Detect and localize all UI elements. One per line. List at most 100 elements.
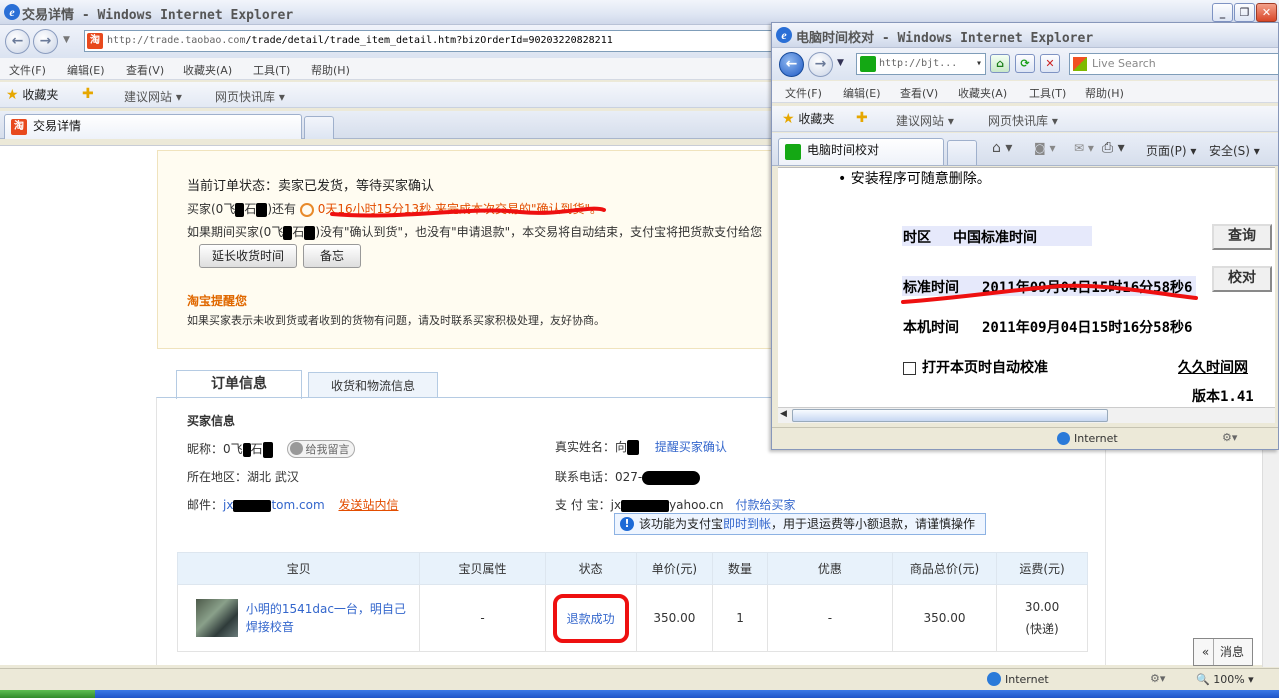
buyer-info-heading: 买家信息 [187, 414, 236, 428]
auto-check-checkbox[interactable] [903, 361, 916, 375]
redaction [621, 499, 670, 512]
star-icon: ★ [6, 87, 19, 103]
popup-favorites-bar: ★ 收藏夹 ✚ 建议网站 ▾ 网页快讯库 ▾ [772, 106, 1278, 132]
send-site-message-link[interactable]: 发送站内信 [338, 498, 398, 512]
tab-time-check[interactable]: 电脑时间校对 [778, 138, 944, 165]
col-status: 状态 [544, 552, 637, 585]
memo-button[interactable]: 备忘 [303, 244, 361, 268]
history-dropdown-icon[interactable]: ▼ [63, 35, 70, 45]
menu-favorites[interactable]: 收藏夹(A) [958, 85, 1007, 101]
scroll-thumb[interactable] [792, 409, 1108, 422]
phone-value: 027- [615, 470, 643, 484]
email-a[interactable]: jx [223, 498, 233, 512]
pay-buyer-link[interactable]: 付款给买家 [735, 498, 795, 512]
refresh-icon[interactable]: ⟳ [1015, 54, 1035, 73]
favorites-button[interactable]: ★ 收藏夹 [6, 86, 58, 103]
message-button[interactable]: « 消息 [1193, 638, 1253, 666]
menu-help[interactable]: 帮助(H) [311, 62, 350, 78]
protected-mode-icon[interactable]: ⚙▾ [1150, 672, 1165, 685]
menu-tools[interactable]: 工具(T) [1029, 85, 1066, 101]
zone-label: 时区 [903, 230, 931, 246]
live-search-input[interactable]: Live Search [1069, 53, 1279, 75]
menu-edit[interactable]: 编辑(E) [67, 62, 105, 78]
item-name-link[interactable]: 小明的1541dac一台，明自己焊接校音 [246, 600, 418, 636]
menu-file[interactable]: 文件(F) [785, 85, 822, 101]
menu-help[interactable]: 帮助(H) [1085, 85, 1124, 101]
print-icon[interactable]: ⎙ ▾ [1102, 140, 1125, 156]
menu-view[interactable]: 查看(V) [900, 85, 938, 101]
back-arrow-icon[interactable]: ← [5, 29, 30, 54]
menu-view[interactable]: 查看(V) [126, 62, 164, 78]
shipping-method: (快递) [1025, 621, 1059, 636]
instant-transfer-link[interactable]: 即时到帐 [723, 517, 771, 531]
popup-horizontal-scrollbar[interactable]: ◀ [778, 407, 1275, 423]
suggested-sites-button[interactable]: 建议网站 ▾ [880, 112, 954, 129]
realname-row: 真实姓名：向 提醒买家确认 [555, 438, 727, 455]
email-b[interactable]: tom.com [271, 498, 324, 512]
calibrate-button[interactable]: 校对 [1212, 266, 1272, 292]
popup-window-title: 电脑时间校对 - Windows Internet Explorer [796, 31, 1094, 46]
new-tab-button[interactable] [304, 116, 334, 139]
home-icon[interactable]: ⌂ ▾ [992, 140, 1012, 156]
scroll-left-icon[interactable]: ◀ [780, 409, 787, 419]
mail-icon[interactable]: ✉ ▾ [1074, 141, 1094, 155]
menu-tools[interactable]: 工具(T) [253, 62, 290, 78]
url-dropdown-icon[interactable]: ▾ [976, 54, 982, 74]
remind-buyer-link[interactable]: 提醒买家确认 [655, 440, 727, 454]
site-favicon [785, 144, 801, 160]
page-menu[interactable]: 页面(P) ▾ [1146, 142, 1196, 159]
zoom-level[interactable]: 🔍 100% ▾ [1196, 673, 1254, 686]
feeds-icon[interactable]: ◙ ▾ [1034, 141, 1055, 155]
nick-label: 昵称： [187, 442, 224, 456]
main-url-input[interactable]: 淘 http://trade.taobao.com/trade/detail/tr… [84, 30, 774, 52]
start-button[interactable] [0, 690, 95, 698]
compat-view-icon[interactable]: ⌂ [990, 54, 1010, 73]
std-time-label: 标准时间 [903, 280, 959, 296]
menu-edit[interactable]: 编辑(E) [843, 85, 881, 101]
popup-url-input[interactable]: http://bjt... ▾ [856, 53, 986, 75]
suggested-sites-button[interactable]: 建议网站 ▾ [106, 88, 182, 105]
goods-table: 宝贝 宝贝属性 状态 单价(元) 数量 优惠 商品总价(元) 运费(元) 小明的… [176, 552, 1088, 652]
leave-message-button[interactable]: 给我留言 [286, 440, 355, 458]
query-button[interactable]: 查询 [1212, 224, 1272, 250]
web-slices-button[interactable]: 网页快讯库 ▾ [972, 112, 1058, 129]
site-link[interactable]: 久久时间网 [1178, 357, 1248, 377]
back-arrow-icon[interactable]: ← [779, 52, 804, 77]
line2-a: 如果期间买家(0飞 [187, 225, 284, 239]
favorites-label: 收藏夹 [22, 88, 59, 102]
web-slices-button[interactable]: 网页快讯库 ▾ [197, 88, 285, 105]
auto-check-row[interactable]: 打开本页时自动校准 [903, 357, 1048, 377]
extend-receipt-button[interactable]: 延长收货时间 [199, 244, 297, 268]
redaction [256, 202, 268, 217]
safety-menu[interactable]: 安全(S) ▾ [1209, 142, 1260, 159]
forward-arrow-icon[interactable]: → [808, 52, 833, 77]
email-row: 邮件：jx tom.com 发送站内信 [187, 496, 398, 513]
realname-label: 真实姓名： [555, 440, 616, 454]
protected-mode-icon[interactable]: ⚙▾ [1222, 431, 1237, 444]
history-dropdown-icon[interactable]: ▼ [837, 58, 844, 68]
forward-arrow-icon[interactable]: → [33, 29, 58, 54]
redaction [242, 442, 251, 457]
stop-icon[interactable]: ✕ [1040, 54, 1060, 73]
tab-trade-detail[interactable]: 淘 交易详情 [4, 114, 302, 139]
menu-file[interactable]: 文件(F) [9, 62, 46, 78]
star-icon: ★ [782, 111, 795, 127]
tab-order-info[interactable]: 订单信息 [176, 370, 302, 399]
menu-favorites[interactable]: 收藏夹(A) [183, 62, 232, 78]
region-label: 所在地区： [187, 470, 248, 484]
add-favorite-icon[interactable]: ✚ [856, 110, 868, 126]
add-favorite-icon[interactable]: ✚ [82, 86, 94, 102]
main-window-title: 交易详情 - Windows Internet Explorer [22, 8, 294, 23]
new-tab-button[interactable] [947, 140, 977, 165]
minimize-button[interactable]: _ [1212, 3, 1233, 22]
maximize-button[interactable]: ❐ [1234, 3, 1255, 22]
nick-b: 石 [250, 442, 263, 456]
close-button[interactable]: ✕ [1256, 3, 1277, 22]
col-price: 单价(元) [635, 552, 714, 585]
tab-shipping-info[interactable]: 收货和物流信息 [308, 372, 438, 398]
refund-status-link[interactable]: 退款成功 [552, 593, 629, 643]
redaction [283, 225, 293, 240]
favorites-button[interactable]: ★ 收藏夹 [782, 110, 834, 127]
item-thumbnail[interactable] [196, 599, 238, 637]
col-discount: 优惠 [766, 552, 894, 585]
